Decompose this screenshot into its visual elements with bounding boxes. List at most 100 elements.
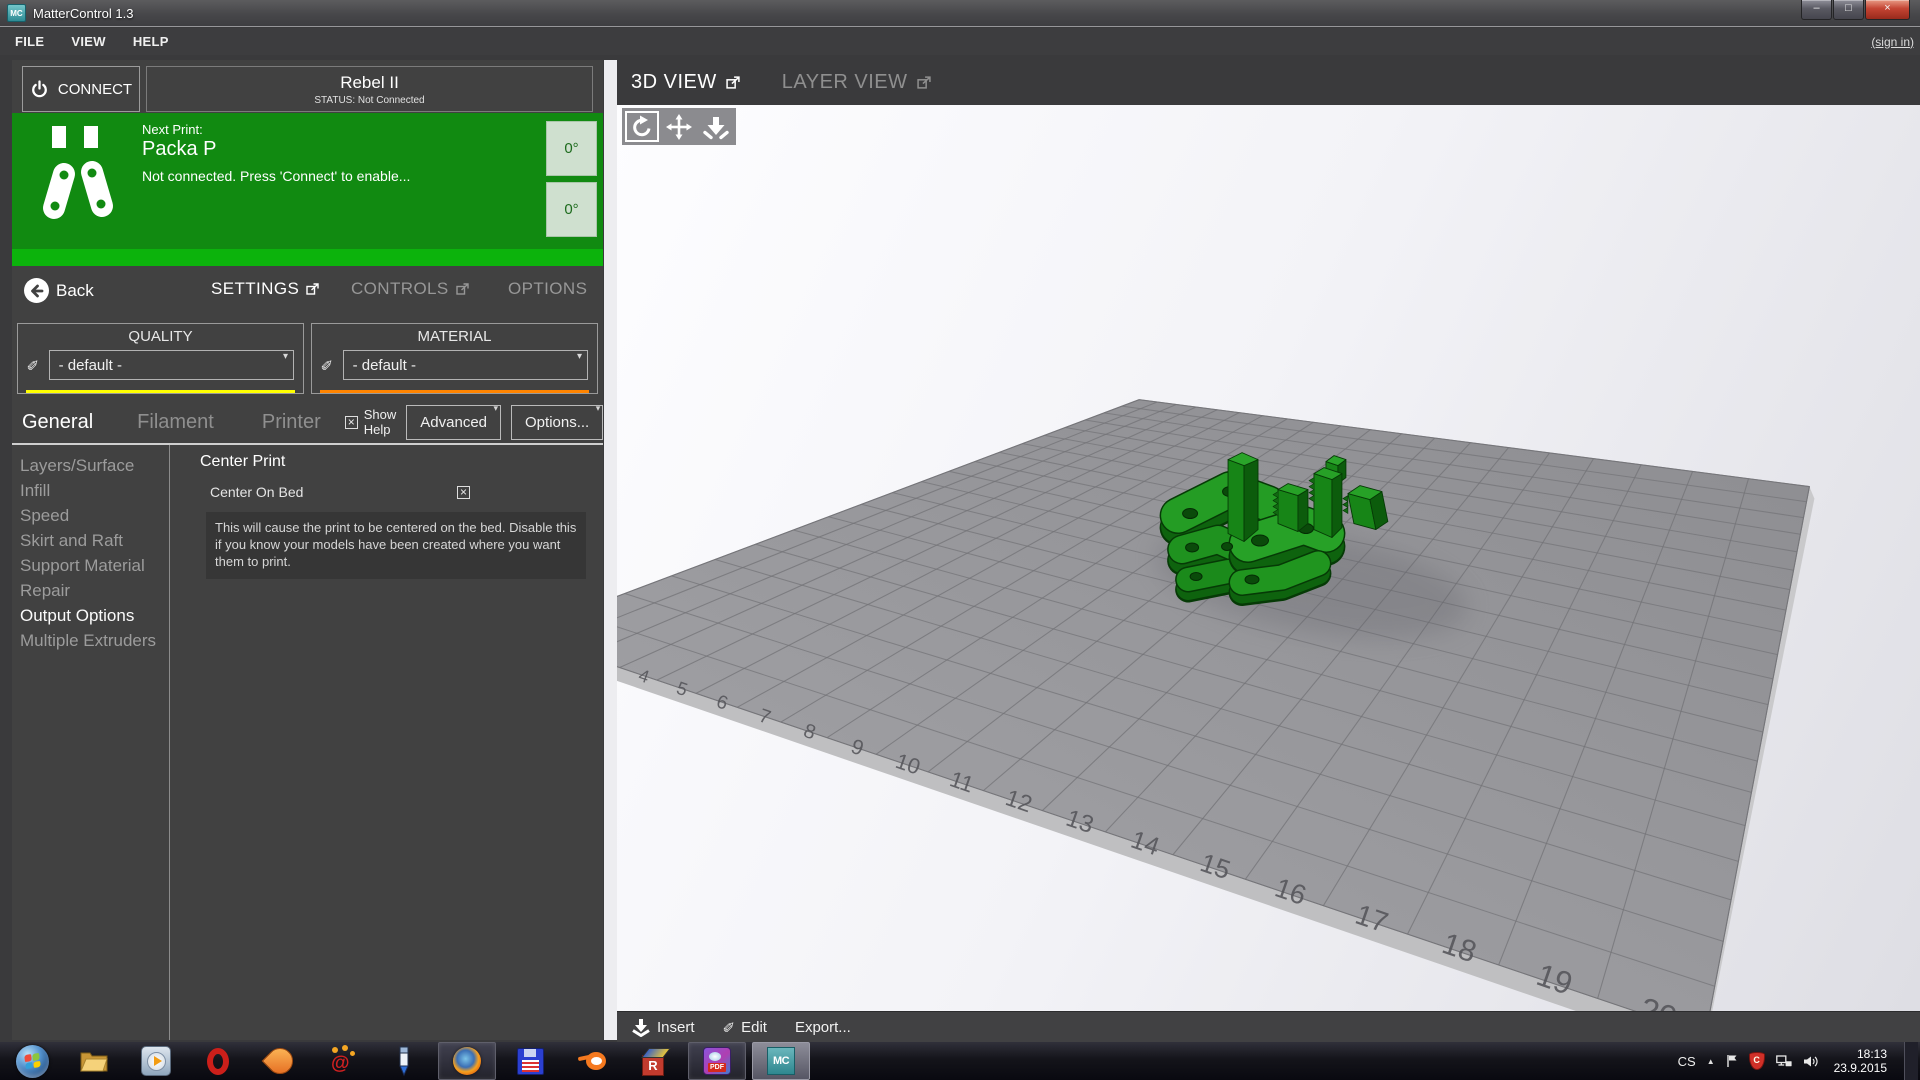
popout-icon [306, 283, 319, 295]
viewport-3d[interactable]: 4567891011121314151617181920 [617, 105, 1920, 1011]
taskbar-media-player[interactable] [128, 1043, 184, 1079]
material-dropdown[interactable]: - default - ▾ [343, 350, 588, 380]
tab-3d-view[interactable]: 3D VIEW [631, 71, 740, 94]
taskbar-pen-tool[interactable] [376, 1043, 432, 1079]
taskbar-r-toy-block[interactable]: R [626, 1043, 682, 1079]
back-button[interactable]: Back [24, 278, 94, 303]
edit-material-icon[interactable]: ✎ [318, 359, 336, 372]
printer-name: Rebel II [147, 73, 592, 93]
edit-quality-icon[interactable]: ✎ [24, 359, 42, 372]
view-tool-bar [622, 108, 736, 145]
category-output-options[interactable]: Output Options [12, 603, 169, 628]
show-help-checkbox[interactable]: × [345, 416, 358, 429]
category-multiple-extruders[interactable]: Multiple Extruders [12, 628, 169, 653]
rotate-tool-button[interactable] [624, 110, 660, 143]
printer-selector[interactable]: Rebel II STATUS: Not Connected [146, 66, 593, 112]
export-button[interactable]: Export... [795, 1019, 851, 1036]
category-support-material[interactable]: Support Material [12, 553, 169, 578]
taskbar-image-viewer[interactable]: @ [314, 1043, 370, 1079]
quality-dropdown[interactable]: - default - ▾ [49, 350, 294, 380]
popout-icon [456, 283, 469, 295]
advanced-label: Advanced [420, 414, 487, 431]
system-tray: CS ▲ C 18:13 23.9.2015 [1678, 1042, 1920, 1080]
bed-temperature-button[interactable]: 0° [546, 182, 597, 237]
mattercontrol-window: MC MatterControl 1.3 – □ × FILE VIEW HEL… [0, 0, 1920, 1080]
language-indicator[interactable]: CS [1678, 1054, 1696, 1069]
taskbar-floppy-backup[interactable] [502, 1043, 558, 1079]
taskbar-mattercontrol[interactable]: MC [752, 1042, 810, 1080]
connect-button[interactable]: CONNECT [22, 66, 140, 112]
tab-layer-view[interactable]: LAYER VIEW [782, 71, 931, 94]
category-layers-surface[interactable]: Layers/Surface [12, 453, 169, 478]
center-on-bed-checkbox[interactable]: × [457, 486, 470, 499]
image-viewer-icon: @ [328, 1047, 356, 1075]
category-skirt-and-raft[interactable]: Skirt and Raft [12, 528, 169, 553]
tray-expand-icon[interactable]: ▲ [1707, 1057, 1715, 1066]
settings-category-list: Layers/Surface Infill Speed Skirt and Ra… [12, 445, 170, 1040]
tab-filament[interactable]: Filament [137, 411, 214, 434]
setting-detail-panel: Center Print Center On Bed × This will c… [170, 445, 603, 1040]
taskbar-opera[interactable] [190, 1043, 246, 1079]
app-icon: MC [7, 4, 26, 22]
blender-icon [578, 1050, 606, 1072]
extruder-temperature-button[interactable]: 0° [546, 121, 597, 176]
material-accent-underline [320, 390, 589, 393]
tab-general[interactable]: General [22, 411, 93, 434]
tab-printer[interactable]: Printer [262, 411, 321, 434]
menu-file[interactable]: FILE [15, 34, 44, 49]
settings-body: Layers/Surface Infill Speed Skirt and Ra… [12, 445, 603, 1040]
taskbar-orange-utility[interactable] [252, 1043, 308, 1079]
next-print-name: Packa P [142, 138, 410, 161]
taskbar-clock[interactable]: 18:13 23.9.2015 [1834, 1047, 1887, 1075]
taskbar-windows-explorer[interactable] [66, 1043, 122, 1079]
quality-accent-underline [26, 390, 295, 393]
category-infill[interactable]: Infill [12, 478, 169, 503]
scale-tool-button[interactable] [698, 110, 734, 143]
tab-options[interactable]: OPTIONS [508, 279, 587, 299]
move-tool-button[interactable] [661, 110, 697, 143]
options-button[interactable]: Options... ▾ [511, 405, 603, 440]
mattercontrol-icon: MC [767, 1047, 795, 1075]
export-label: Export... [795, 1019, 851, 1036]
antivirus-shield-icon[interactable]: C [1749, 1052, 1765, 1070]
edit-button[interactable]: ✎ Edit [723, 1018, 767, 1036]
start-button[interactable] [4, 1043, 60, 1079]
quality-value: - default - [59, 357, 122, 374]
insert-button[interactable]: Insert [631, 1018, 695, 1037]
minimize-button[interactable]: – [1801, 0, 1832, 20]
center-on-bed-row: Center On Bed × [200, 484, 470, 500]
category-repair[interactable]: Repair [12, 578, 169, 603]
scene-3d[interactable]: 4567891011121314151617181920 [617, 105, 1920, 1011]
menu-view[interactable]: VIEW [71, 34, 105, 49]
action-center-flag-icon[interactable] [1726, 1054, 1738, 1068]
r-block-icon: R [641, 1048, 667, 1075]
tab-settings[interactable]: SETTINGS [211, 279, 319, 299]
advanced-button[interactable]: Advanced ▾ [406, 405, 501, 440]
material-preset-box: MATERIAL ✎ - default - ▾ [311, 323, 598, 394]
network-icon[interactable] [1776, 1055, 1792, 1068]
maximize-button[interactable]: □ [1833, 0, 1864, 20]
print-progress-strip [12, 249, 603, 266]
clock-date: 23.9.2015 [1834, 1061, 1887, 1075]
insert-label: Insert [657, 1019, 695, 1036]
volume-icon[interactable] [1803, 1055, 1819, 1068]
category-speed[interactable]: Speed [12, 503, 169, 528]
pdf-viewer-icon: PDF [703, 1047, 731, 1075]
show-desktop-button[interactable] [1904, 1042, 1918, 1080]
corner-caret-icon: ▾ [596, 403, 601, 414]
show-help-toggle[interactable]: × Show Help [345, 407, 397, 437]
panel-splitter[interactable] [604, 60, 617, 1040]
taskbar-pdf-viewer[interactable]: PDF [688, 1042, 746, 1080]
taskbar-blender[interactable] [564, 1043, 620, 1079]
windows-start-icon [16, 1045, 49, 1078]
printer-control-panel: CONNECT Rebel II STATUS: Not Connected N… [12, 60, 603, 1040]
taskbar-firefox[interactable] [438, 1042, 496, 1080]
connect-label: CONNECT [58, 81, 132, 98]
tab-controls[interactable]: CONTROLS [351, 279, 469, 299]
sign-in-link[interactable]: (sign in) [1871, 35, 1914, 49]
connection-message: Not connected. Press 'Connect' to enable… [142, 168, 410, 184]
windows-taskbar: @ [0, 1042, 1920, 1080]
close-button[interactable]: × [1865, 0, 1910, 20]
view-tab-bar: 3D VIEW LAYER VIEW [617, 60, 1920, 105]
menu-help[interactable]: HELP [133, 34, 169, 49]
